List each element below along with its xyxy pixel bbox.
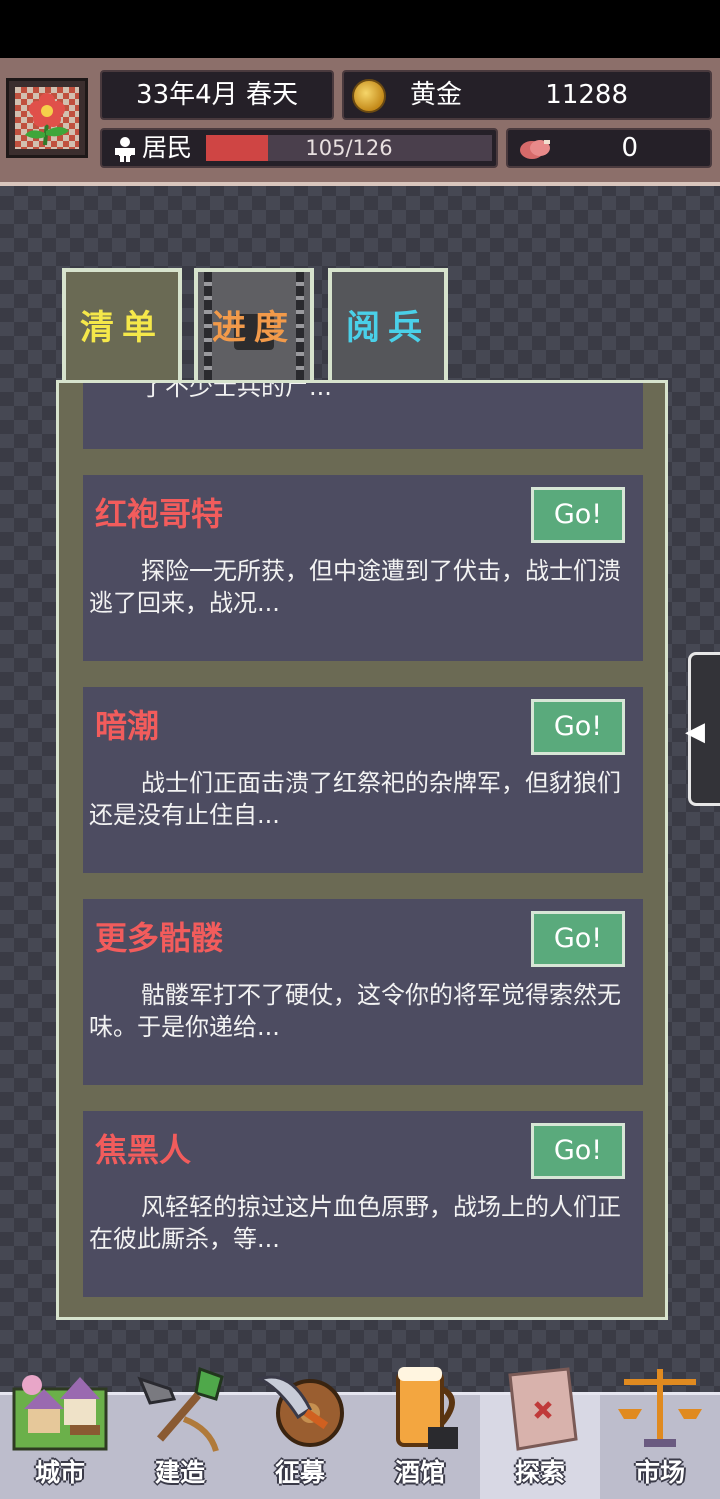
quest-card: 了不少士兵的尸...	[83, 383, 643, 449]
go-button[interactable]: Go!	[531, 911, 625, 967]
chevron-left-icon: ◀	[685, 717, 705, 747]
chain-icon	[296, 272, 304, 388]
quest-title: 暗潮	[95, 707, 160, 745]
nav-explore-label: 探索	[514, 1458, 565, 1487]
quest-title: 焦黑人	[95, 1131, 192, 1169]
nav-item-city[interactable]: 城市	[0, 1375, 120, 1499]
avatar[interactable]	[6, 78, 88, 158]
weapon-shield-icon	[256, 1375, 344, 1447]
chain-icon	[204, 272, 212, 388]
person-icon	[115, 137, 135, 162]
meat-icon	[520, 140, 550, 159]
date-display: 33年4月 春天	[100, 70, 334, 120]
tab-progress[interactable]: 进度	[194, 268, 314, 388]
bottom-nav: 城市 建造 征募 酒馆 探索 市场	[0, 1366, 720, 1499]
nav-item-market[interactable]: 市场	[600, 1369, 720, 1499]
quest-list-panel[interactable]: 了不少士兵的尸... 红袍哥特 Go! 探险一无所获，但中途遭到了伏击，战士们溃…	[56, 380, 668, 1320]
flower-icon	[25, 93, 69, 146]
nav-item-recruit[interactable]: 征募	[240, 1375, 360, 1499]
go-button[interactable]: Go!	[531, 1123, 625, 1179]
residents-label: 居民	[142, 133, 193, 162]
meat-value: 0	[621, 133, 638, 163]
quest-card: 红袍哥特 Go! 探险一无所获，但中途遭到了伏击，战士们溃逃了回来，战况...	[83, 475, 643, 661]
quest-card: 焦黑人 Go! 风轻轻的掠过这片血色原野，战场上的人们正在彼此厮杀，等...	[83, 1111, 643, 1297]
shovel-icon	[137, 1366, 224, 1452]
beer-icon	[396, 1367, 458, 1449]
residents-count: 105/126	[305, 136, 393, 160]
quest-title: 红袍哥特	[95, 495, 224, 533]
nav-recruit-label: 征募	[274, 1458, 325, 1487]
status-bar	[0, 0, 720, 58]
gold-label: 黄金	[410, 80, 463, 110]
nav-item-explore[interactable]: 探索	[480, 1367, 600, 1499]
quest-card: 更多骷髅 Go! 骷髅军打不了硬仗，这令你的将军觉得索然无味。于是你递给...	[83, 899, 643, 1085]
quest-desc: 探险一无所获，但中途遭到了伏击，战士们溃逃了回来，战况...	[89, 557, 621, 617]
quest-title: 更多骷髅	[95, 919, 224, 957]
side-drawer-handle[interactable]: ◀	[685, 652, 720, 806]
nav-item-build[interactable]: 建造	[120, 1366, 240, 1499]
residents-bar: 105/126	[206, 135, 492, 161]
meat-display: 0	[506, 128, 712, 168]
nav-build-label: 建造	[154, 1458, 205, 1487]
nav-market-label: 市场	[634, 1458, 685, 1487]
quest-desc: 骷髅军打不了硬仗，这令你的将军觉得索然无味。于是你递给...	[89, 981, 621, 1041]
tab-list[interactable]: 清单	[62, 268, 182, 394]
tab-list-label: 清单	[80, 308, 164, 348]
residents-display: 居民 105/126	[100, 128, 498, 168]
tab-progress-label: 进度	[212, 308, 296, 348]
gold-coin-icon	[352, 79, 386, 113]
nav-item-tavern[interactable]: 酒馆	[360, 1367, 480, 1499]
city-icon	[12, 1375, 108, 1451]
quest-card: 暗潮 Go! 战士们正面击溃了红祭祀的杂牌军，但豺狼们还是没有止住自...	[83, 687, 643, 873]
tab-parade[interactable]: 阅兵	[328, 268, 448, 388]
tab-parade-label: 阅兵	[346, 308, 430, 348]
map-icon	[508, 1367, 578, 1451]
quest-desc: 了不少士兵的尸...	[141, 380, 332, 401]
nav-tavern-label: 酒馆	[394, 1458, 445, 1487]
gold-value: 11288	[545, 80, 628, 110]
go-button[interactable]: Go!	[531, 487, 625, 543]
quest-desc: 战士们正面击溃了红祭祀的杂牌军，但豺狼们还是没有止住自...	[89, 769, 621, 829]
scale-icon	[618, 1369, 702, 1447]
go-button[interactable]: Go!	[531, 699, 625, 755]
nav-city-label: 城市	[34, 1458, 85, 1487]
quest-desc: 风轻轻的掠过这片血色原野，战场上的人们正在彼此厮杀，等...	[89, 1193, 621, 1253]
gold-display: 黄金 11288	[342, 70, 712, 120]
